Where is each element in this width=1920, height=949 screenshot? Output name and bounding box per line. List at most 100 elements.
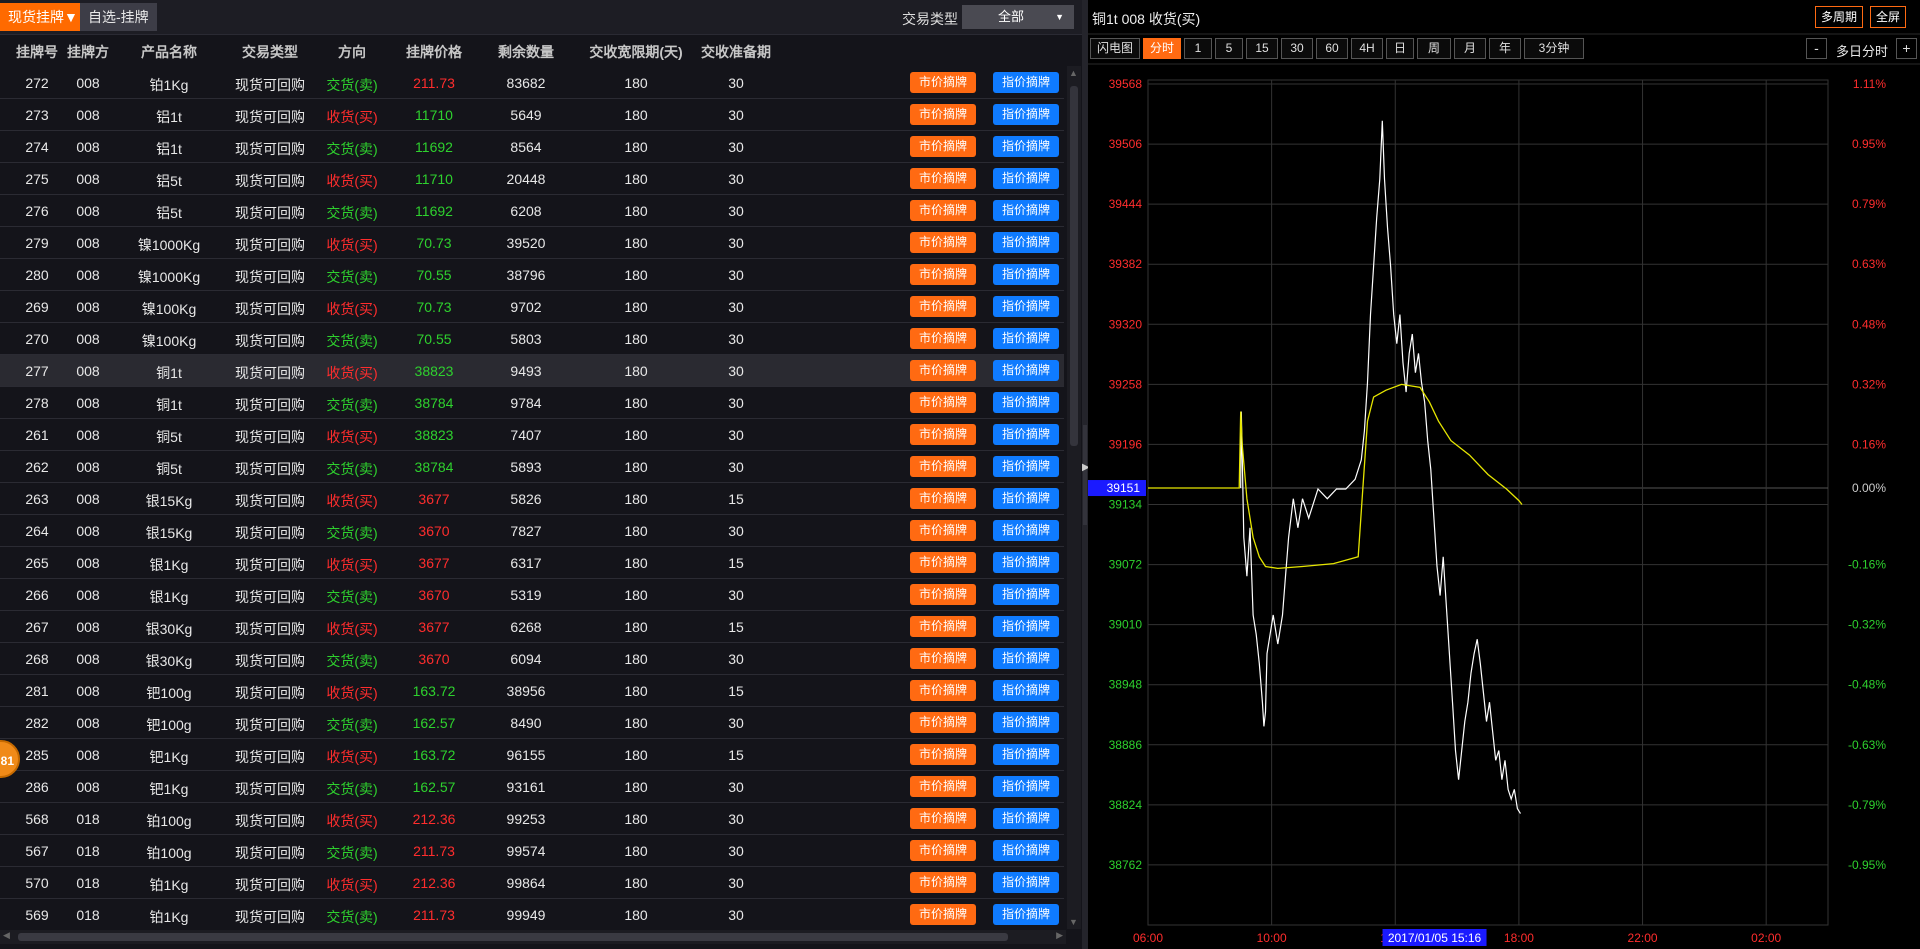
market-delist-button[interactable]: 市价摘牌	[910, 456, 976, 477]
market-delist-button[interactable]: 市价摘牌	[910, 392, 976, 413]
limit-delist-button[interactable]: 指价摘牌	[993, 520, 1059, 541]
period-button[interactable]: 15	[1246, 38, 1278, 59]
table-vertical-scrollbar[interactable]: ▲ ▼	[1067, 66, 1081, 929]
table-row[interactable]: 263 008 银15Kg 现货可回购 收货(买) 3677 5826 180 15 市价摘牌 指价…	[0, 483, 1064, 515]
table-row[interactable]: 261 008 铜5t 现货可回购 收货(买) 38823 7407 180 30 市价摘牌 指价摘…	[0, 419, 1064, 451]
table-row[interactable]: 286 008 钯1Kg 现货可回购 交货(卖) 162.57 93161 180 30 市价摘牌…	[0, 771, 1064, 803]
limit-delist-button[interactable]: 指价摘牌	[993, 584, 1059, 605]
period-button[interactable]: 年	[1489, 38, 1521, 59]
market-delist-button[interactable]: 市价摘牌	[910, 520, 976, 541]
limit-delist-button[interactable]: 指价摘牌	[993, 200, 1059, 221]
limit-delist-button[interactable]: 指价摘牌	[993, 744, 1059, 765]
limit-delist-button[interactable]: 指价摘牌	[993, 776, 1059, 797]
table-row[interactable]: 275 008 铝5t 现货可回购 收货(买) 11710 20448 180 30 市价摘牌 指价…	[0, 163, 1064, 195]
scroll-left-icon[interactable]: ◀	[3, 930, 10, 941]
limit-delist-button[interactable]: 指价摘牌	[993, 424, 1059, 445]
market-delist-button[interactable]: 市价摘牌	[910, 680, 976, 701]
market-delist-button[interactable]: 市价摘牌	[910, 264, 976, 285]
market-delist-button[interactable]: 市价摘牌	[910, 616, 976, 637]
period-button[interactable]: 日	[1386, 38, 1414, 59]
period-button[interactable]: 5	[1215, 38, 1243, 59]
splitter-grip[interactable]	[1083, 425, 1087, 525]
zoom-in-button[interactable]: +	[1896, 38, 1917, 59]
market-delist-button[interactable]: 市价摘牌	[910, 808, 976, 829]
table-row[interactable]: 264 008 银15Kg 现货可回购 交货(卖) 3670 7827 180 30 市价摘牌 指价…	[0, 515, 1064, 547]
table-row[interactable]: 265 008 银1Kg 现货可回购 收货(买) 3677 6317 180 15 市价摘牌 指价摘…	[0, 547, 1064, 579]
limit-delist-button[interactable]: 指价摘牌	[993, 72, 1059, 93]
table-row[interactable]: 272 008 铂1Kg 现货可回购 交货(卖) 211.73 83682 180 30 市价摘牌…	[0, 67, 1064, 99]
table-row[interactable]: 262 008 铜5t 现货可回购 交货(卖) 38784 5893 180 30 市价摘牌 指价摘…	[0, 451, 1064, 483]
col-listing-id[interactable]: 挂牌号	[16, 42, 58, 62]
fullscreen-button[interactable]: 全屏	[1870, 6, 1907, 28]
market-delist-button[interactable]: 市价摘牌	[910, 328, 976, 349]
period-button[interactable]: 3分钟	[1524, 38, 1584, 59]
period-button[interactable]: 月	[1454, 38, 1486, 59]
col-remaining-qty[interactable]: 剩余数量	[498, 42, 554, 62]
table-row[interactable]: 268 008 银30Kg 现货可回购 交货(卖) 3670 6094 180 30 市价摘牌 指价…	[0, 643, 1064, 675]
market-delist-button[interactable]: 市价摘牌	[910, 168, 976, 189]
market-delist-button[interactable]: 市价摘牌	[910, 200, 976, 221]
table-row[interactable]: 273 008 铝1t 现货可回购 收货(买) 11710 5649 180 30 市价摘牌 指价摘…	[0, 99, 1064, 131]
limit-delist-button[interactable]: 指价摘牌	[993, 552, 1059, 573]
table-row[interactable]: 278 008 铜1t 现货可回购 交货(卖) 38784 9784 180 30 市价摘牌 指价摘…	[0, 387, 1064, 419]
market-delist-button[interactable]: 市价摘牌	[910, 648, 976, 669]
limit-delist-button[interactable]: 指价摘牌	[993, 648, 1059, 669]
table-row[interactable]: 279 008 镍1000Kg 现货可回购 收货(买) 70.73 39520 180 30 市价…	[0, 227, 1064, 259]
tab-spot-listing[interactable]: 现货挂牌▼	[0, 3, 86, 31]
period-button[interactable]: 分时	[1143, 38, 1181, 59]
limit-delist-button[interactable]: 指价摘牌	[993, 712, 1059, 733]
period-button[interactable]: 1	[1184, 38, 1212, 59]
zoom-out-button[interactable]: -	[1806, 38, 1827, 59]
limit-delist-button[interactable]: 指价摘牌	[993, 904, 1059, 925]
table-row[interactable]: 569 018 铂1Kg 现货可回购 交货(卖) 211.73 99949 180 30 市价摘牌…	[0, 899, 1064, 929]
limit-delist-button[interactable]: 指价摘牌	[993, 872, 1059, 893]
table-row[interactable]: 281 008 钯100g 现货可回购 收货(买) 163.72 38956 180 15 市价摘…	[0, 675, 1064, 707]
table-row[interactable]: 274 008 铝1t 现货可回购 交货(卖) 11692 8564 180 30 市价摘牌 指价摘…	[0, 131, 1064, 163]
col-price[interactable]: 挂牌价格	[406, 42, 462, 62]
market-delist-button[interactable]: 市价摘牌	[910, 104, 976, 125]
table-row[interactable]: 277 008 铜1t 现货可回购 收货(买) 38823 9493 180 30 市价摘牌 指价摘…	[0, 355, 1064, 387]
scroll-right-icon[interactable]: ▶	[1056, 930, 1063, 941]
table-row[interactable]: 266 008 银1Kg 现货可回购 交货(卖) 3670 5319 180 30 市价摘牌 指价摘…	[0, 579, 1064, 611]
table-row[interactable]: 568 018 铂100g 现货可回购 收货(买) 212.36 99253 180 30 市价摘…	[0, 803, 1064, 835]
col-direction[interactable]: 方向	[338, 42, 366, 62]
table-row[interactable]: 280 008 镍1000Kg 现货可回购 交货(卖) 70.55 38796 180 30 市价…	[0, 259, 1064, 291]
market-delist-button[interactable]: 市价摘牌	[910, 744, 976, 765]
limit-delist-button[interactable]: 指价摘牌	[993, 136, 1059, 157]
table-horizontal-scrollbar[interactable]: ◀ ▶	[0, 930, 1066, 944]
market-delist-button[interactable]: 市价摘牌	[910, 552, 976, 573]
limit-delist-button[interactable]: 指价摘牌	[993, 456, 1059, 477]
limit-delist-button[interactable]: 指价摘牌	[993, 360, 1059, 381]
market-delist-button[interactable]: 市价摘牌	[910, 136, 976, 157]
period-button[interactable]: 30	[1281, 38, 1313, 59]
limit-delist-button[interactable]: 指价摘牌	[993, 328, 1059, 349]
table-row[interactable]: 570 018 铂1Kg 现货可回购 收货(买) 212.36 99864 180 30 市价摘牌…	[0, 867, 1064, 899]
limit-delist-button[interactable]: 指价摘牌	[993, 840, 1059, 861]
market-delist-button[interactable]: 市价摘牌	[910, 72, 976, 93]
limit-delist-button[interactable]: 指价摘牌	[993, 232, 1059, 253]
limit-delist-button[interactable]: 指价摘牌	[993, 616, 1059, 637]
scroll-down-icon[interactable]: ▼	[1069, 917, 1078, 927]
col-prep-period[interactable]: 交收准备期	[701, 42, 771, 62]
table-row[interactable]: 285 008 钯1Kg 现货可回购 收货(买) 163.72 96155 180 15 市价摘牌…	[0, 739, 1064, 771]
market-delist-button[interactable]: 市价摘牌	[910, 840, 976, 861]
limit-delist-button[interactable]: 指价摘牌	[993, 168, 1059, 189]
limit-delist-button[interactable]: 指价摘牌	[993, 296, 1059, 317]
market-delist-button[interactable]: 市价摘牌	[910, 232, 976, 253]
col-grace-period[interactable]: 交收宽限期(天)	[589, 42, 682, 62]
flash-chart-button[interactable]: 闪电图	[1090, 38, 1140, 59]
multi-period-button[interactable]: 多周期	[1815, 6, 1864, 28]
market-delist-button[interactable]: 市价摘牌	[910, 584, 976, 605]
col-product-name[interactable]: 产品名称	[141, 42, 197, 62]
limit-delist-button[interactable]: 指价摘牌	[993, 680, 1059, 701]
period-button[interactable]: 60	[1316, 38, 1348, 59]
intraday-chart[interactable]: 39568 39506 39444 39382 39320 39258 39196 39134…	[1088, 0, 1920, 949]
limit-delist-button[interactable]: 指价摘牌	[993, 264, 1059, 285]
table-row[interactable]: 282 008 钯100g 现货可回购 交货(卖) 162.57 8490 180 30 市价摘牌…	[0, 707, 1064, 739]
table-row[interactable]: 567 018 铂100g 现货可回购 交货(卖) 211.73 99574 180 30 市价摘…	[0, 835, 1064, 867]
market-delist-button[interactable]: 市价摘牌	[910, 424, 976, 445]
table-row[interactable]: 269 008 镍100Kg 现货可回购 收货(买) 70.73 9702 180 30 市价摘牌…	[0, 291, 1064, 323]
limit-delist-button[interactable]: 指价摘牌	[993, 808, 1059, 829]
market-delist-button[interactable]: 市价摘牌	[910, 776, 976, 797]
table-row[interactable]: 267 008 银30Kg 现货可回购 收货(买) 3677 6268 180 15 市价摘牌 指价…	[0, 611, 1064, 643]
